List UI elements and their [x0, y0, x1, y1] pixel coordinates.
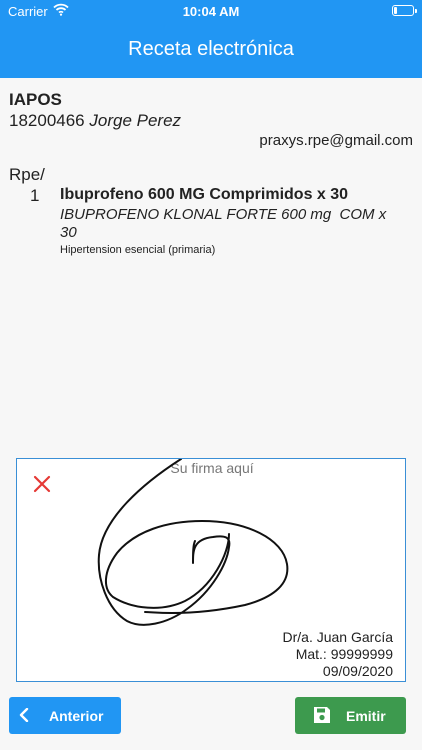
doctor-name: Dr/a. Juan García [282, 629, 394, 645]
page-title: Receta electrónica [128, 38, 294, 60]
item-number: 1 [30, 186, 40, 205]
doctor-stamp: Dr/a. Juan García Mat.: 99999999 09/09/2… [283, 629, 394, 680]
status-bar: Carrier 10:04 AM [0, 0, 422, 22]
previous-button-label: Anterior [49, 707, 104, 724]
emit-button-label: Emitir [346, 707, 386, 724]
patient-id: 18200466 [9, 111, 85, 130]
patient-email: praxys.rpe@gmail.com [259, 132, 413, 149]
nav-bar: Receta electrónica [0, 22, 422, 78]
drug-name: Ibuprofeno 600 MG Comprimidos x 30 [60, 186, 349, 203]
doctor-license: Mat.: 99999999 [295, 646, 393, 662]
patient-info: 18200466 Jorge Perez [9, 111, 181, 131]
signature-pad[interactable]: Su firma aquí Dr/a. Juan García Mat.: 99… [16, 458, 406, 682]
previous-button[interactable]: Anterior [9, 697, 121, 734]
chevron-left-icon [19, 707, 29, 725]
diagnosis: Hipertension esencial (primaria) [60, 244, 216, 256]
prescription-content: IAPOS 18200466 Jorge Perez praxys.rpe@gm… [0, 78, 422, 750]
battery-icon [392, 5, 417, 16]
save-icon [313, 706, 331, 727]
insurer-name: IAPOS [9, 90, 62, 109]
signature-date: 09/09/2020 [322, 663, 393, 679]
rpe-label: Rpe/ [9, 165, 45, 184]
patient-name: Jorge Perez [89, 111, 182, 130]
close-icon[interactable] [31, 473, 53, 495]
drug-detail: IBUPROFENO KLONAL FORTE 600 mg COM x 30 [60, 206, 399, 241]
status-time: 10:04 AM [182, 4, 240, 19]
emit-button[interactable]: Emitir [295, 697, 406, 734]
